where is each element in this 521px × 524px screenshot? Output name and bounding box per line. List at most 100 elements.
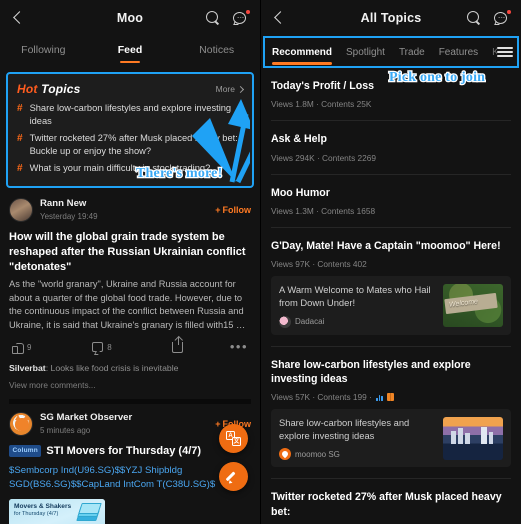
comment-count: 8: [107, 342, 112, 352]
hot-topics-title: Hot Topics: [17, 82, 81, 96]
avatar: [279, 448, 291, 461]
hot-topic-item[interactable]: # What is your main difficulty in stock …: [17, 162, 243, 176]
topic-sub-post[interactable]: A Warm Welcome to Mates who Hail from Do…: [271, 276, 511, 335]
notification-dot: [506, 9, 511, 14]
plus-icon: +: [215, 204, 221, 215]
post-thumbnail-image[interactable]: Movers & Shakers for Thursday (4/7) Top …: [9, 498, 105, 524]
tab-features[interactable]: Features: [439, 47, 478, 58]
comment-button[interactable]: 8: [92, 342, 172, 353]
sub-post-author: moomoo SG: [295, 449, 340, 459]
topic-item[interactable]: Twitter rocketed 27% after Musk placed h…: [261, 479, 521, 519]
post-timestamp: 5 minutes ago: [40, 425, 91, 435]
hash-icon: #: [17, 103, 23, 114]
post-header: Rann New Yesterday 19:49 + Follow: [9, 198, 251, 222]
plus-icon: +: [215, 418, 221, 429]
cashtag-links[interactable]: $Sembcorp Ind(U96.SG)$$YZJ Shipbldg SGD(…: [9, 464, 251, 493]
topic-meta: Views 97K · Contents 402: [271, 259, 367, 270]
tab-spotlight[interactable]: Spotlight: [346, 47, 385, 58]
compose-fab-button[interactable]: [219, 462, 248, 491]
sub-post-author: Dadacai: [295, 317, 325, 326]
topic-title: Ask & Help: [271, 133, 327, 146]
hash-icon: #: [17, 163, 23, 175]
topic-item[interactable]: G'Day, Mate! Have a Captain "moomoo" Her…: [261, 228, 521, 335]
more-options-button[interactable]: •••: [229, 339, 248, 355]
hot-topic-item[interactable]: # Share low-carbon lifestyles and explor…: [17, 102, 243, 127]
hot-topics-more-button[interactable]: More: [216, 84, 245, 94]
post-header: SG Market Observer 5 minutes ago + Follo…: [9, 412, 251, 436]
welcome-sign-photo: [443, 283, 503, 327]
tab-feed[interactable]: Feed: [87, 44, 174, 56]
post-body: As the "world granary", Ukraine and Russ…: [9, 279, 246, 331]
view-more-comments-link[interactable]: View more comments...: [9, 380, 251, 390]
top-comment[interactable]: Silverbat: Looks like food crisis is ine…: [9, 362, 251, 374]
tab-recommend[interactable]: Recommend: [272, 47, 333, 65]
topic-item[interactable]: Today's Profit / Loss Views 1.8M · Conte…: [261, 68, 521, 109]
hash-icon: #: [17, 133, 23, 145]
gift-badge-icon: [387, 393, 395, 402]
tab-notices[interactable]: Notices: [173, 44, 260, 56]
back-chevron-icon[interactable]: [272, 10, 288, 26]
comment-text: : Looks like food crisis is inevitable: [45, 362, 179, 373]
message-icon[interactable]: [494, 9, 511, 26]
column-badge: Column: [9, 445, 42, 457]
topic-item[interactable]: Moo Humor Views 1.3M · Contents 1658: [261, 175, 521, 216]
topic-title: Twitter rocketed 27% after Musk placed h…: [271, 491, 502, 518]
ellipsis-icon: •••: [229, 339, 248, 355]
left-panel-feed: Moo Following Feed Notices Hot Topics Mo…: [0, 0, 260, 524]
compose-pencil-icon: [226, 469, 242, 485]
sub-post-title: Share low-carbon lifestyles and explore …: [279, 417, 410, 442]
post-action-bar: 9 8 •••: [9, 336, 251, 355]
topic-title: Today's Profit / Loss: [271, 80, 374, 92]
singapore-skyline-photo: [443, 416, 503, 460]
post-title[interactable]: How will the global grain trade system b…: [9, 230, 251, 275]
right-topbar: All Topics: [261, 0, 521, 36]
thumbs-up-icon: [12, 342, 24, 354]
share-icon: [172, 336, 184, 353]
left-topbar: Moo: [0, 0, 260, 36]
like-count: 9: [27, 342, 32, 352]
topic-sub-post[interactable]: Share low-carbon lifestyles and explore …: [271, 409, 511, 468]
topic-item[interactable]: Ask & Help Views 294K · Contents 2269: [261, 121, 521, 162]
cards-stack-icon: [76, 502, 102, 523]
search-icon[interactable]: [467, 11, 481, 25]
topic-meta: Views 1.3M · Contents 1658: [271, 205, 376, 216]
feed-post: SG Market Observer 5 minutes ago + Follo…: [0, 404, 260, 524]
message-icon[interactable]: [233, 9, 250, 26]
comment-author: Silverbat: [9, 362, 46, 373]
topic-tab-bar-highlight: Recommend Spotlight Trade Features K: [263, 36, 519, 68]
translate-fab-button[interactable]: A文: [219, 424, 248, 453]
hot-topic-item[interactable]: # Twitter rocketed 27% after Musk placed…: [17, 132, 243, 157]
chevron-right-icon: [236, 85, 245, 93]
share-button[interactable]: [172, 336, 219, 353]
search-icon[interactable]: [206, 11, 220, 25]
avatar[interactable]: [9, 197, 33, 222]
follow-button[interactable]: + Follow: [215, 205, 251, 215]
hamburger-menu-icon[interactable]: [497, 46, 513, 58]
sub-post-title: A Warm Welcome to Mates who Hail from Do…: [279, 284, 431, 309]
post-title-text: STI Movers for Thursday (4/7): [46, 444, 202, 457]
comment-bubble-icon: [92, 342, 104, 353]
topic-title: G'Day, Mate! Have a Captain "moomoo" Her…: [271, 239, 501, 252]
post-title[interactable]: Column STI Movers for Thursday (4/7): [9, 444, 251, 459]
like-button[interactable]: 9: [12, 342, 92, 354]
translate-icon: A文: [226, 431, 241, 446]
back-chevron-icon[interactable]: [11, 10, 27, 26]
app-screenshot: Moo Following Feed Notices Hot Topics Mo…: [0, 0, 521, 524]
topic-tab-bar: Recommend Spotlight Trade Features K: [265, 38, 517, 66]
chart-badge-icon: [375, 394, 384, 401]
hot-topics-section: Hot Topics More # Share low-carbon lifes…: [0, 64, 260, 188]
topic-meta: Views 294K · Contents 2269: [271, 152, 377, 163]
post-author-name: Rann New: [40, 197, 87, 209]
topic-meta: Views 57K · Contents 199 ·: [271, 392, 511, 402]
avatar[interactable]: [9, 411, 33, 436]
topic-meta: Views 1.8M · Contents 25K: [271, 99, 372, 110]
tab-following[interactable]: Following: [0, 44, 87, 56]
topic-title: Share low-carbon lifestyles and explore …: [271, 358, 471, 385]
avatar: [279, 315, 291, 328]
post-author-name: SG Market Observer: [40, 411, 133, 423]
right-panel-all-topics: All Topics Recommend Spotlight Trade Fea…: [260, 0, 521, 524]
left-tab-bar: Following Feed Notices: [0, 36, 260, 64]
tab-trade[interactable]: Trade: [399, 47, 425, 58]
feed-post: Rann New Yesterday 19:49 + Follow How wi…: [0, 188, 260, 404]
topic-item[interactable]: Share low-carbon lifestyles and explore …: [261, 347, 521, 468]
